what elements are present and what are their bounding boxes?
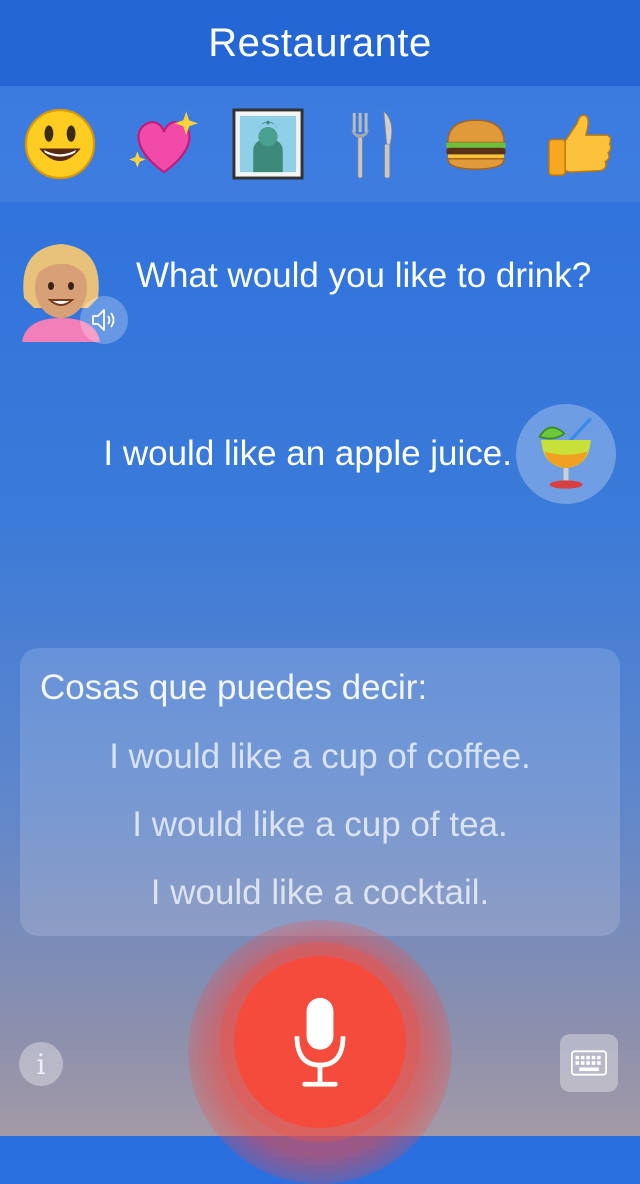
sparkling-heart-emoji-icon xyxy=(129,111,199,174)
speaker-button[interactable] xyxy=(80,296,128,344)
suggestions-card: Cosas que puedes decir: I would like a c… xyxy=(20,648,620,936)
topic-food[interactable] xyxy=(437,105,515,183)
page-title: Restaurante xyxy=(0,0,640,86)
bot-message: What would you like to drink? xyxy=(136,256,592,295)
suggestions-list: I would like a cup of coffee. I would li… xyxy=(20,734,620,938)
topic-thumbs-up[interactable] xyxy=(541,105,619,183)
info-button[interactable]: i xyxy=(19,1042,63,1086)
suggestion-item[interactable]: I would like a cup of tea. xyxy=(20,802,620,870)
smiley-emoji-icon xyxy=(24,108,96,180)
microphone-icon xyxy=(294,997,346,1087)
fork-and-knife-emoji-icon xyxy=(351,110,393,179)
statue-of-liberty-emoji-icon xyxy=(232,108,304,180)
topic-heart[interactable] xyxy=(125,105,203,183)
keyboard-button[interactable] xyxy=(560,1034,618,1092)
user-emoji-bubble xyxy=(516,404,616,504)
speaker-icon xyxy=(92,309,115,331)
topic-smiley[interactable] xyxy=(21,105,99,183)
suggestions-title: Cosas que puedes decir: xyxy=(40,668,428,707)
suggestion-item[interactable]: I would like a cup of coffee. xyxy=(20,734,620,802)
user-message: I would like an apple juice. xyxy=(103,434,512,473)
tropical-drink-emoji-icon xyxy=(538,417,592,489)
hamburger-emoji-icon xyxy=(446,119,506,170)
keyboard-icon xyxy=(571,1050,607,1076)
topic-restaurant[interactable] xyxy=(333,105,411,183)
topic-statue-of-liberty[interactable] xyxy=(229,105,307,183)
thumbs-up-emoji-icon xyxy=(548,114,612,176)
microphone-button[interactable] xyxy=(234,956,406,1128)
topic-bar xyxy=(0,86,640,202)
